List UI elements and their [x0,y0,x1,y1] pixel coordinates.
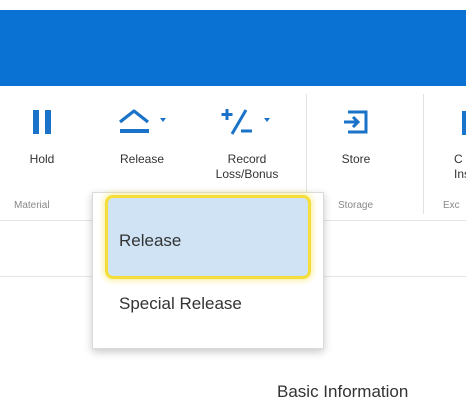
store-button[interactable]: Store [326,86,386,196]
store-icon [326,104,386,140]
app-header-bar [0,10,466,86]
store-label: Store [341,152,371,166]
release-dropdown-menu: Release Special Release [92,192,324,349]
group-label-material: Material [14,200,50,211]
partial-icon [460,104,466,140]
pause-icon [14,104,70,140]
group-label-partial: Exc [443,200,460,211]
partial-ribbon-label: C Ins [454,152,466,181]
record-loss-bonus-button[interactable]: Record Loss/Bonus [205,86,289,196]
group-label-storage: Storage [338,200,374,211]
hold-button[interactable]: Hold [14,86,70,196]
record-loss-bonus-label: Record Loss/Bonus [215,152,279,181]
release-icon [104,104,180,140]
plus-minus-icon [205,104,289,140]
partial-ribbon-button[interactable]: C Ins [446,86,466,196]
section-title: Basic Information [277,382,409,401]
hold-label: Hold [29,152,55,166]
menu-item-release[interactable]: Release [93,193,323,279]
menu-item-release-label: Release [119,231,182,250]
ribbon-separator [423,94,424,214]
menu-item-special-release-label: Special Release [119,294,242,313]
menu-item-special-release[interactable]: Special Release [93,275,323,333]
release-label: Release [119,152,165,166]
release-button[interactable]: Release [104,86,180,196]
